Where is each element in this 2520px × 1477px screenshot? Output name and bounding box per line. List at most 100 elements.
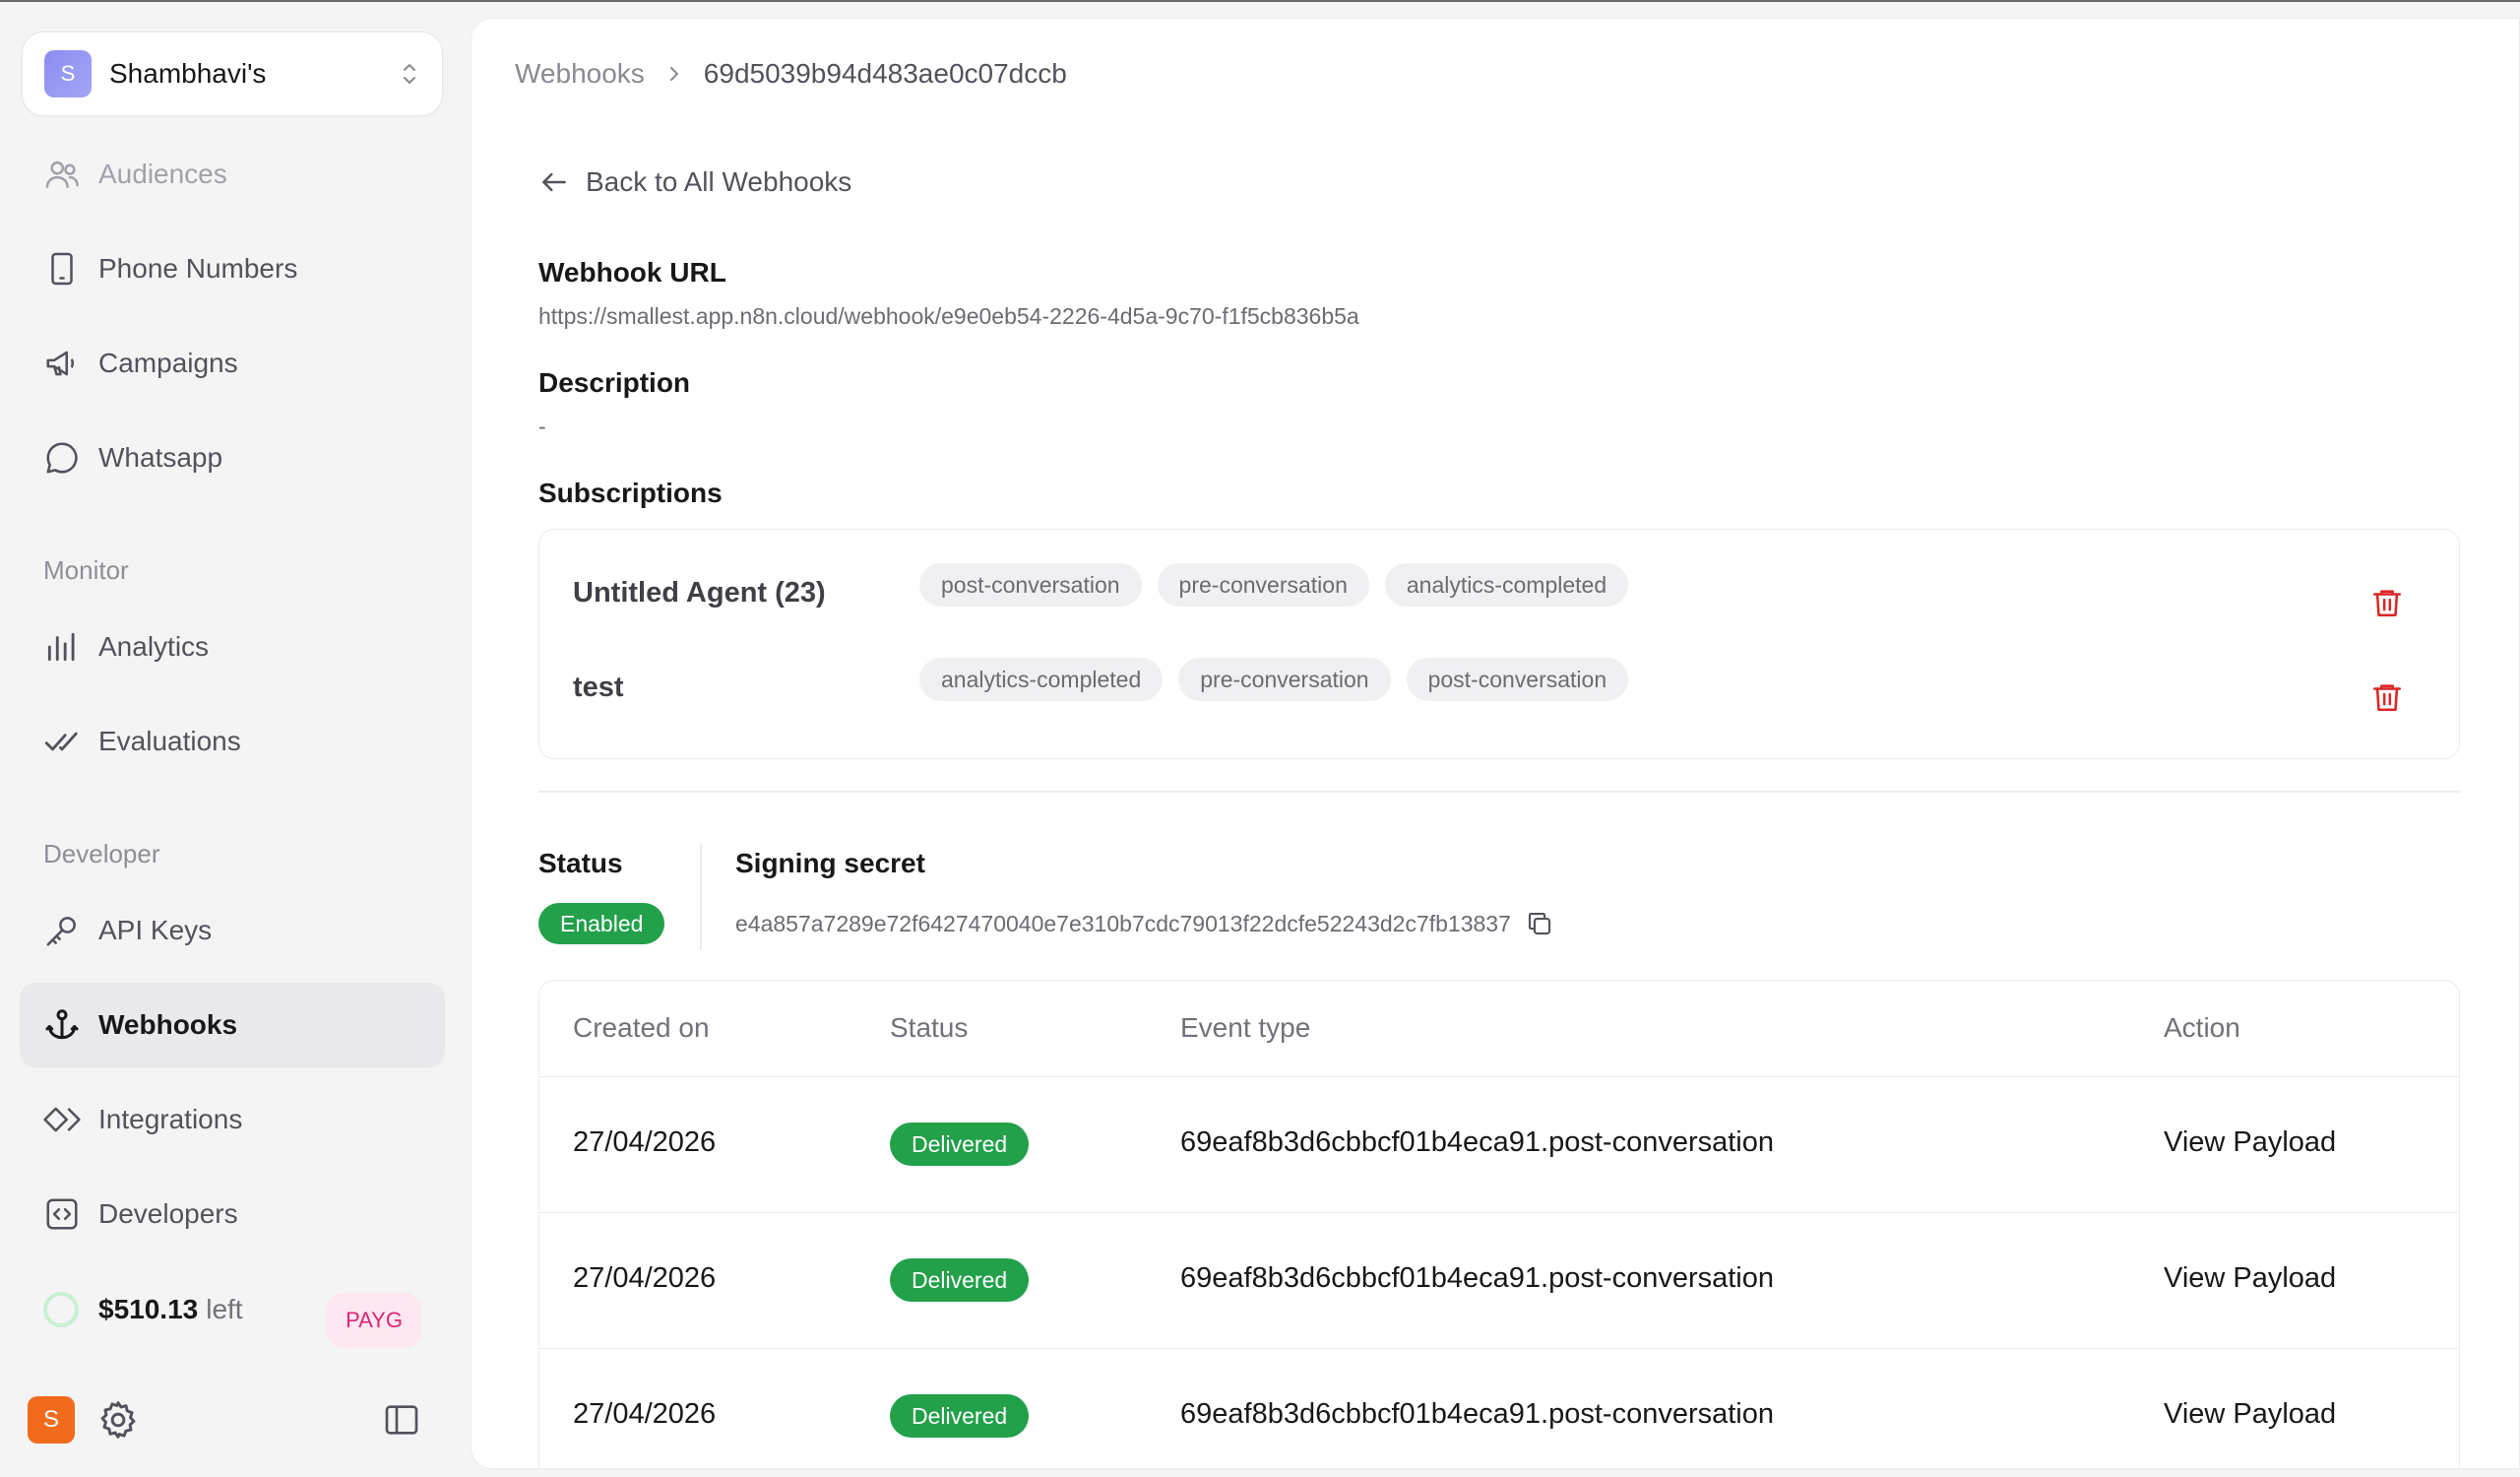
signing-secret-value: e4a857a7289e72f6427470040e7e310b7cdc7901… [735, 910, 1511, 936]
webhook-url-label: Webhook URL [538, 257, 726, 288]
copy-icon[interactable] [1525, 909, 1554, 938]
sidebar-item-analytics[interactable]: Analytics [20, 605, 445, 689]
table-row: 27/04/2026 Delivered 69eaf8b3d6cbbcf01b4… [539, 1213, 2459, 1349]
sidebar-item-audiences[interactable]: Audiences [20, 132, 445, 217]
sidebar-item-label: Whatsapp [98, 442, 223, 473]
chat-bubble-icon [46, 442, 78, 474]
subscriptions-list: Untitled Agent (23) post-conversation pr… [538, 529, 2460, 759]
bar-chart-icon [47, 632, 75, 662]
credit-balance: $510.13 left [43, 1292, 243, 1327]
trash-icon[interactable] [2370, 585, 2404, 620]
integrations-icon [43, 1107, 81, 1132]
org-switcher[interactable]: S Shambhavi's [22, 32, 443, 116]
arrow-left-icon [542, 172, 566, 192]
sidebar-toggle-icon[interactable] [382, 1400, 421, 1440]
event-type-cell: 69eaf8b3d6cbbcf01b4eca91.post-conversati… [1180, 1262, 1775, 1294]
created-on-cell: 27/04/2026 [573, 1126, 717, 1158]
description-label: Description [538, 367, 691, 398]
chevron-right-icon [669, 67, 678, 81]
sidebar-item-developers[interactable]: Developers [20, 1172, 445, 1256]
sidebar-item-label: Phone Numbers [98, 253, 298, 284]
breadcrumb-webhooks[interactable]: Webhooks [515, 58, 645, 90]
event-chip: analytics-completed [919, 658, 1164, 701]
delivered-badge: Delivered [890, 1123, 1030, 1166]
sidebar: S Shambhavi's Audiences Phone Numbers Ca… [0, 2, 471, 1477]
gear-icon[interactable] [96, 1398, 140, 1442]
event-chip: post-conversation [919, 563, 1142, 607]
sidebar-item-api-keys[interactable]: API Keys [20, 888, 445, 973]
column-header: Event type [1180, 1012, 1311, 1043]
event-chips: analytics-completed pre-conversation pos… [919, 658, 1629, 701]
created-on-cell: 27/04/2026 [573, 1398, 717, 1430]
key-icon [46, 917, 76, 946]
signing-secret-label: Signing secret [735, 848, 925, 878]
org-name: Shambhavi's [109, 58, 267, 89]
back-label: Back to All Webhooks [586, 166, 852, 197]
sidebar-item-evaluations[interactable]: Evaluations [20, 699, 445, 784]
users-icon [45, 161, 79, 188]
table-header: Created on Status Event type Action [539, 981, 2459, 1077]
event-chip: analytics-completed [1384, 563, 1629, 607]
status-section: Status Enabled [538, 848, 665, 944]
double-check-icon [44, 732, 78, 751]
delivered-badge: Delivered [890, 1258, 1030, 1302]
created-on-cell: 27/04/2026 [573, 1262, 717, 1294]
phone-icon [51, 252, 73, 286]
section-developer: Developer [43, 839, 160, 868]
sidebar-item-label: Integrations [98, 1104, 243, 1134]
megaphone-icon [46, 351, 74, 376]
subscription-agent: test [573, 672, 624, 703]
subscription-row: test analytics-completed pre-conversatio… [539, 644, 2459, 733]
chevron-up-down-icon [404, 64, 415, 84]
main-panel: Webhooks 69d5039b94d483ae0c07dccb Back t… [471, 18, 2520, 1469]
section-monitor: Monitor [43, 555, 129, 585]
column-header: Created on [573, 1012, 710, 1043]
breadcrumb-current: 69d5039b94d483ae0c07dccb [703, 58, 1067, 89]
sidebar-item-label: Developers [98, 1198, 238, 1229]
balance-suffix: left [206, 1294, 243, 1324]
sidebar-item-campaigns[interactable]: Campaigns [20, 321, 445, 406]
subscription-row: Untitled Agent (23) post-conversation pr… [539, 549, 2459, 638]
code-icon [46, 1198, 78, 1230]
back-to-webhooks-link[interactable]: Back to All Webhooks [538, 166, 851, 198]
view-payload-button[interactable]: View Payload [2164, 1126, 2336, 1159]
event-type-cell: 69eaf8b3d6cbbcf01b4eca91.post-conversati… [1180, 1398, 1775, 1430]
subscription-agent: Untitled Agent (23) [573, 577, 826, 609]
description-value: - [538, 414, 546, 439]
trash-icon[interactable] [2370, 679, 2404, 715]
table-row: 27/04/2026 Delivered 69eaf8b3d6cbbcf01b4… [539, 1077, 2459, 1213]
delivery-log-table: Created on Status Event type Action 27/0… [538, 980, 2460, 1468]
webhook-icon [45, 1009, 79, 1040]
signing-secret-section: Signing secret e4a857a7289e72f6427470040… [735, 848, 1550, 936]
sidebar-item-phone-numbers[interactable]: Phone Numbers [20, 226, 445, 311]
column-header: Action [2164, 1012, 2240, 1043]
sidebar-item-whatsapp[interactable]: Whatsapp [20, 416, 445, 500]
webhook-url: https://smallest.app.n8n.cloud/webhook/e… [538, 303, 1359, 329]
sidebar-item-label: Analytics [98, 631, 210, 662]
sidebar-item-label: Evaluations [98, 726, 241, 756]
user-avatar[interactable]: S [28, 1396, 75, 1444]
org-avatar: S [44, 50, 92, 97]
breadcrumb: Webhooks 69d5039b94d483ae0c07dccb [515, 58, 1067, 90]
balance-amount: $510.13 [98, 1294, 199, 1324]
event-type-cell: 69eaf8b3d6cbbcf01b4eca91.post-conversati… [1180, 1126, 1775, 1158]
status-badge[interactable]: Enabled [538, 903, 665, 944]
view-payload-button[interactable]: View Payload [2164, 1262, 2336, 1295]
sidebar-item-label: Webhooks [98, 1009, 238, 1040]
delivered-badge: Delivered [890, 1394, 1030, 1438]
column-header: Status [890, 1012, 969, 1043]
sidebar-item-label: Audiences [98, 159, 227, 189]
event-chip: post-conversation [1406, 658, 1629, 701]
sidebar-item-integrations[interactable]: Integrations [20, 1077, 445, 1162]
sidebar-item-webhooks[interactable]: Webhooks [20, 983, 445, 1067]
sidebar-item-label: Campaigns [98, 348, 238, 378]
signing-secret-row: e4a857a7289e72f6427470040e7e310b7cdc7901… [735, 909, 1554, 938]
plan-badge[interactable]: PAYG [327, 1293, 421, 1348]
status-label: Status [538, 848, 623, 878]
balance-ring-icon [43, 1292, 79, 1327]
subscriptions-label: Subscriptions [538, 478, 723, 508]
vertical-divider [700, 844, 702, 950]
event-chips: post-conversation pre-conversation analy… [919, 563, 1629, 607]
view-payload-button[interactable]: View Payload [2164, 1398, 2336, 1431]
sidebar-item-label: API Keys [98, 915, 213, 945]
